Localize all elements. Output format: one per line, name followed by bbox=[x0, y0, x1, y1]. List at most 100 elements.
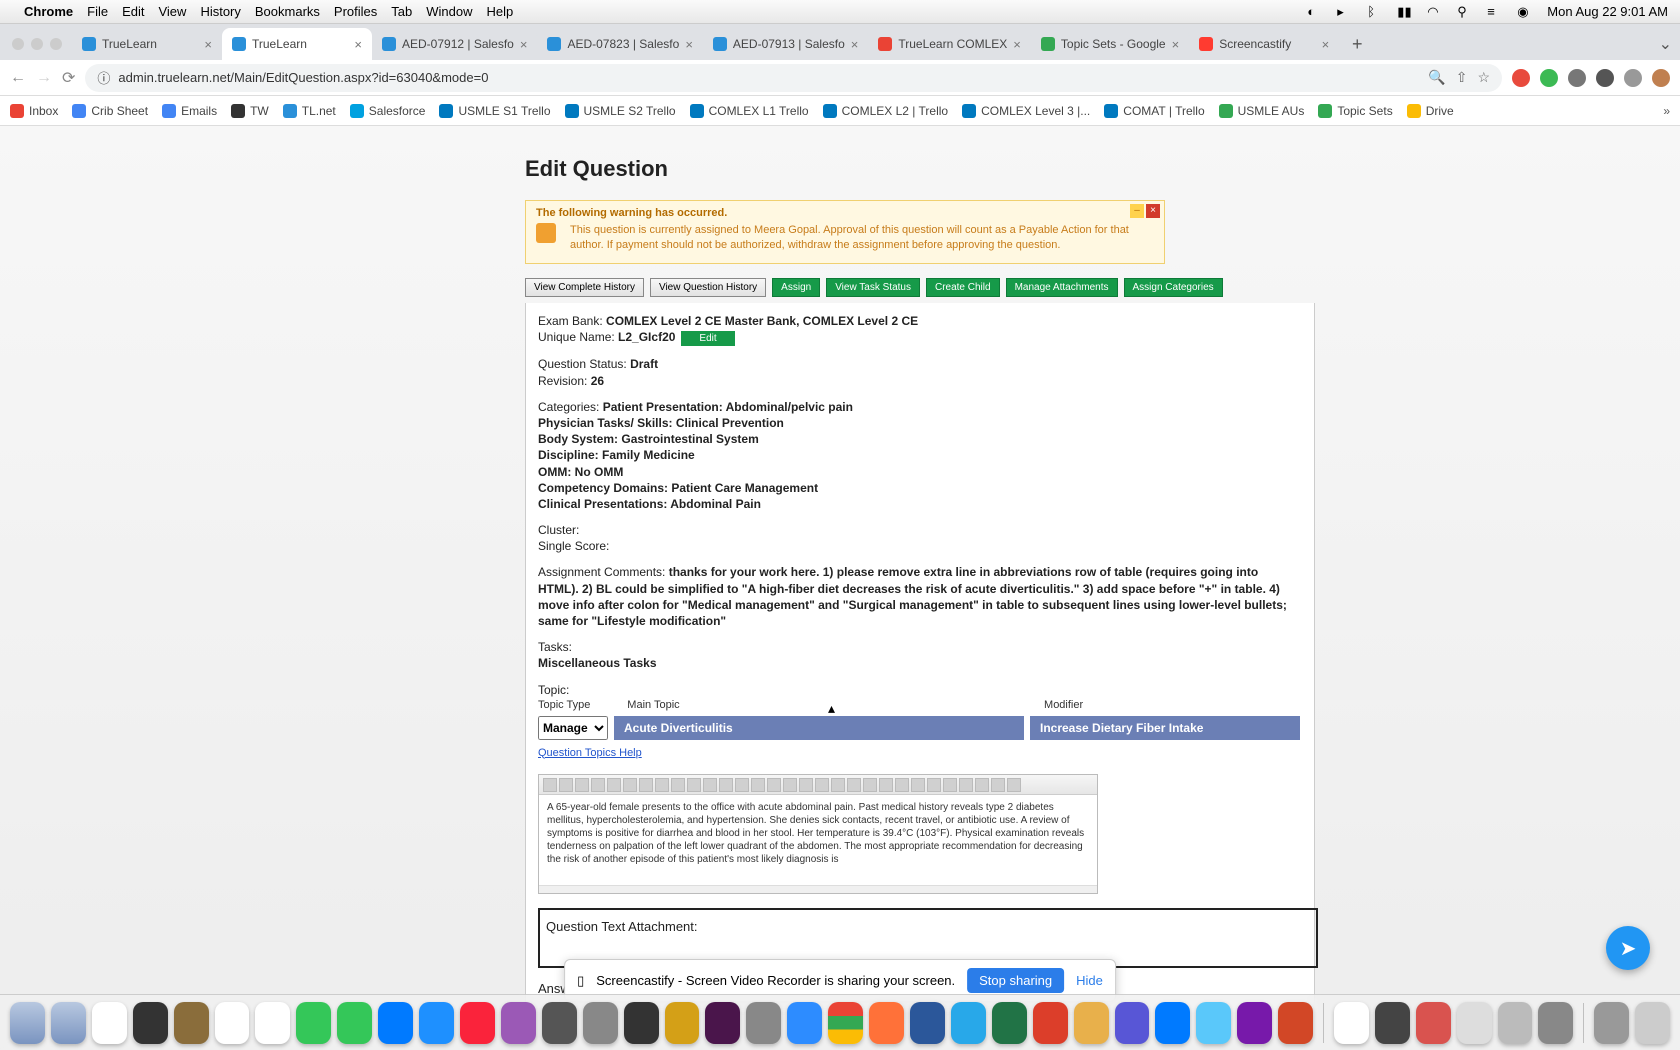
bookmarks-overflow-icon[interactable]: » bbox=[1663, 104, 1670, 118]
edit-uniquename-button[interactable]: Edit bbox=[681, 331, 734, 347]
dock-chrome-icon[interactable] bbox=[828, 1002, 863, 1044]
modifier-chip[interactable]: Increase Dietary Fiber Intake bbox=[1030, 716, 1300, 740]
bookmark[interactable]: Inbox bbox=[10, 104, 58, 118]
editor-tool-icon[interactable] bbox=[559, 778, 573, 792]
dock-app-icon[interactable] bbox=[583, 1002, 618, 1044]
editor-tool-icon[interactable] bbox=[1007, 778, 1021, 792]
stop-sharing-button[interactable]: Stop sharing bbox=[967, 968, 1064, 993]
dock-app-icon[interactable] bbox=[665, 1002, 700, 1044]
bookmark[interactable]: COMLEX L2 | Trello bbox=[823, 104, 949, 118]
dock-calculator-icon[interactable] bbox=[624, 1002, 659, 1044]
menu-window[interactable]: Window bbox=[426, 4, 472, 19]
bookmark[interactable]: Drive bbox=[1407, 104, 1454, 118]
browser-tab[interactable]: AED-07912 | Salesfo× bbox=[372, 28, 537, 60]
editor-tool-icon[interactable] bbox=[895, 778, 909, 792]
menu-help[interactable]: Help bbox=[487, 4, 514, 19]
dock-messages-icon[interactable] bbox=[296, 1002, 331, 1044]
editor-tool-icon[interactable] bbox=[975, 778, 989, 792]
browser-tab[interactable]: AED-07913 | Salesfo× bbox=[703, 28, 868, 60]
bookmark[interactable]: TL.net bbox=[283, 104, 336, 118]
bookmark[interactable]: TW bbox=[231, 104, 269, 118]
editor-tool-icon[interactable] bbox=[671, 778, 685, 792]
siri-icon[interactable]: ◉ bbox=[1517, 4, 1533, 20]
forward-button[interactable]: → bbox=[36, 69, 52, 87]
editor-tool-icon[interactable] bbox=[751, 778, 765, 792]
dock-app-icon[interactable] bbox=[1416, 1002, 1451, 1044]
warning-close-icon[interactable]: × bbox=[1146, 204, 1160, 218]
dock-podcasts-icon[interactable] bbox=[501, 1002, 536, 1044]
editor-italic-icon[interactable] bbox=[703, 778, 717, 792]
menu-tab[interactable]: Tab bbox=[391, 4, 412, 19]
browser-tab[interactable]: TrueLearn× bbox=[72, 28, 222, 60]
extension-icon[interactable] bbox=[1568, 69, 1586, 87]
battery-icon[interactable]: ▮▮ bbox=[1397, 4, 1413, 20]
editor-bold-icon[interactable] bbox=[687, 778, 701, 792]
bookmark[interactable]: Crib Sheet bbox=[72, 104, 148, 118]
bookmark[interactable]: USMLE AUs bbox=[1219, 104, 1305, 118]
view-question-history-button[interactable]: View Question History bbox=[650, 278, 766, 297]
reload-button[interactable]: ⟳ bbox=[62, 68, 75, 88]
manage-attachments-button[interactable]: Manage Attachments bbox=[1006, 278, 1118, 297]
dock-onenote-icon[interactable] bbox=[1237, 1002, 1272, 1044]
close-icon[interactable]: × bbox=[1322, 37, 1330, 52]
dock-telegram-icon[interactable] bbox=[951, 1002, 986, 1044]
close-icon[interactable]: × bbox=[1013, 37, 1021, 52]
dock-appstore-icon[interactable] bbox=[419, 1002, 454, 1044]
dock-settings-icon[interactable] bbox=[746, 1002, 781, 1044]
editor-tool-icon[interactable] bbox=[847, 778, 861, 792]
bookmark[interactable]: COMLEX L1 Trello bbox=[690, 104, 809, 118]
back-button[interactable]: ← bbox=[10, 69, 26, 87]
view-task-status-button[interactable]: View Task Status bbox=[826, 278, 920, 297]
profile-avatar[interactable] bbox=[1652, 69, 1670, 87]
close-icon[interactable]: × bbox=[1172, 37, 1180, 52]
dock-app-icon[interactable] bbox=[1115, 1002, 1150, 1044]
editor-resize-handle[interactable] bbox=[539, 885, 1097, 893]
assign-categories-button[interactable]: Assign Categories bbox=[1124, 278, 1223, 297]
editor-tool-icon[interactable] bbox=[575, 778, 589, 792]
menubar-datetime[interactable]: Mon Aug 22 9:01 AM bbox=[1547, 4, 1668, 19]
editor-tool-icon[interactable] bbox=[831, 778, 845, 792]
dock-excel-icon[interactable] bbox=[992, 1002, 1027, 1044]
dock-app-icon[interactable] bbox=[1498, 1002, 1533, 1044]
editor-tool-icon[interactable] bbox=[879, 778, 893, 792]
new-tab-button[interactable]: + bbox=[1343, 30, 1371, 58]
editor-tool-icon[interactable] bbox=[815, 778, 829, 792]
close-icon[interactable]: × bbox=[354, 37, 362, 52]
bookmark[interactable]: Salesforce bbox=[350, 104, 426, 118]
browser-tab[interactable]: Topic Sets - Google× bbox=[1031, 28, 1189, 60]
dock-app-icon[interactable] bbox=[133, 1002, 168, 1044]
bookmark[interactable]: COMLEX Level 3 |... bbox=[962, 104, 1090, 118]
dock-music-icon[interactable] bbox=[460, 1002, 495, 1044]
zoom-icon[interactable]: 🔍 bbox=[1428, 69, 1445, 86]
bluetooth-icon[interactable]: ᛒ bbox=[1367, 4, 1383, 20]
editor-tool-icon[interactable] bbox=[863, 778, 877, 792]
dock-downloads-icon[interactable] bbox=[1594, 1002, 1629, 1044]
bookmark[interactable]: USMLE S1 Trello bbox=[439, 104, 550, 118]
site-info-icon[interactable]: ⓘ bbox=[97, 68, 110, 87]
warning-minimize-icon[interactable]: – bbox=[1130, 204, 1144, 218]
dock-facetime-icon[interactable] bbox=[337, 1002, 372, 1044]
dock-app-icon[interactable] bbox=[1457, 1002, 1492, 1044]
window-controls[interactable] bbox=[12, 38, 62, 50]
dock-zoom-icon[interactable] bbox=[787, 1002, 822, 1044]
editor-tool-icon[interactable] bbox=[735, 778, 749, 792]
editor-tool-icon[interactable] bbox=[639, 778, 653, 792]
editor-tool-icon[interactable] bbox=[911, 778, 925, 792]
dock-app-icon[interactable] bbox=[1196, 1002, 1231, 1044]
menu-bookmarks[interactable]: Bookmarks bbox=[255, 4, 320, 19]
dock-reminders-icon[interactable] bbox=[255, 1002, 290, 1044]
view-complete-history-button[interactable]: View Complete History bbox=[525, 278, 644, 297]
wifi-icon[interactable]: ◠ bbox=[1427, 4, 1443, 20]
menu-view[interactable]: View bbox=[158, 4, 186, 19]
menu-file[interactable]: File bbox=[87, 4, 108, 19]
dock-app-icon[interactable] bbox=[1538, 1002, 1573, 1044]
editor-tool-icon[interactable] bbox=[943, 778, 957, 792]
control-center-icon[interactable]: ≡ bbox=[1487, 4, 1503, 20]
editor-tool-icon[interactable] bbox=[991, 778, 1005, 792]
assign-button[interactable]: Assign bbox=[772, 278, 820, 297]
browser-tab[interactable]: TrueLearn COMLEX× bbox=[868, 28, 1031, 60]
editor-tool-icon[interactable] bbox=[959, 778, 973, 792]
editor-tool-icon[interactable] bbox=[767, 778, 781, 792]
menu-profiles[interactable]: Profiles bbox=[334, 4, 377, 19]
extension-icon[interactable] bbox=[1540, 69, 1558, 87]
